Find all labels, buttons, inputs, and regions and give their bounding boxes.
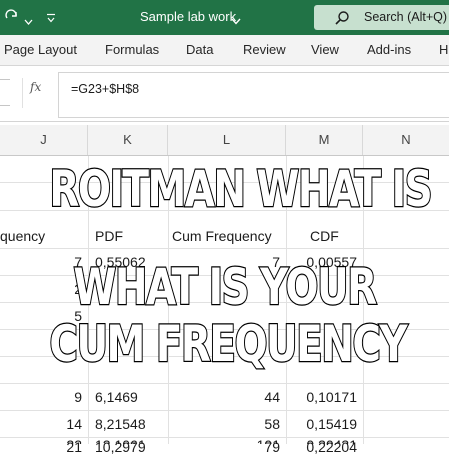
cell-frequency[interactable]: 9 (0, 384, 88, 411)
column-header-l[interactable]: L (168, 125, 286, 155)
insert-function-icon[interactable]: fx (30, 80, 41, 94)
header-cell-cdf[interactable]: CDF (286, 223, 363, 250)
column-header-j[interactable]: J (0, 125, 88, 155)
formula-text: =G23+$H$8 (71, 82, 140, 96)
column-headers: J K L M N (0, 125, 449, 156)
cell-pdf[interactable]: 12,1061 (88, 432, 168, 444)
column-header-n[interactable]: N (363, 125, 449, 155)
ribbon-tab-bar: Page Layout Formulas Data Review View Ad… (0, 35, 449, 66)
tab-add-ins[interactable]: Add-ins (367, 42, 411, 57)
cell-cdf[interactable]: 0,30431 (286, 432, 363, 444)
cell-pdf[interactable]: 6,1469 (88, 384, 168, 411)
cell-cum-frequency[interactable]: 101 (168, 432, 286, 444)
search-box[interactable]: Search (Alt+Q) (314, 5, 449, 30)
header-cell-frequency[interactable]: quency (0, 223, 88, 250)
document-title[interactable]: Sample lab work (140, 9, 236, 24)
search-placeholder: Search (Alt+Q) (364, 10, 448, 24)
meme-caption-top: ROITMAN WHAT IS (48, 159, 433, 220)
formula-bar-divider (22, 78, 23, 108)
column-header-m[interactable]: M (286, 125, 363, 155)
search-icon (334, 10, 350, 31)
name-box[interactable] (0, 79, 10, 106)
title-bar: Sample lab work Search (Alt+Q) (0, 0, 449, 35)
tab-data[interactable]: Data (186, 42, 213, 57)
redo-icon[interactable] (5, 9, 19, 23)
formula-input[interactable]: =G23+$H$8 (58, 72, 449, 118)
tab-page-layout[interactable]: Page Layout (4, 42, 77, 57)
cell-cdf[interactable]: 0,10171 (286, 384, 363, 411)
meme-caption-middle: WHAT IS YOUR (72, 257, 378, 318)
tab-formulas[interactable]: Formulas (105, 42, 159, 57)
cell-frequency[interactable]: 22 (0, 432, 88, 444)
cell-cum-frequency[interactable]: 44 (168, 384, 286, 411)
column-header-k[interactable]: K (88, 125, 168, 155)
redo-dropdown-chevron-icon[interactable] (24, 12, 38, 26)
header-cell-cum-frequency[interactable]: Cum Frequency (168, 223, 286, 250)
partial-row: 22 12,1061 101 0,30431 (0, 432, 449, 444)
customize-toolbar-icon[interactable] (46, 10, 60, 24)
tab-review[interactable]: Review (243, 42, 286, 57)
header-cell-pdf[interactable]: PDF (88, 223, 168, 250)
meme-caption-bottom: CUM FREQUENCY (48, 314, 408, 375)
tab-view[interactable]: View (311, 42, 339, 57)
tab-help[interactable]: H (439, 42, 448, 57)
formula-bar: fx =G23+$H$8 (0, 66, 449, 122)
title-chevron-down-icon[interactable] (231, 12, 241, 30)
